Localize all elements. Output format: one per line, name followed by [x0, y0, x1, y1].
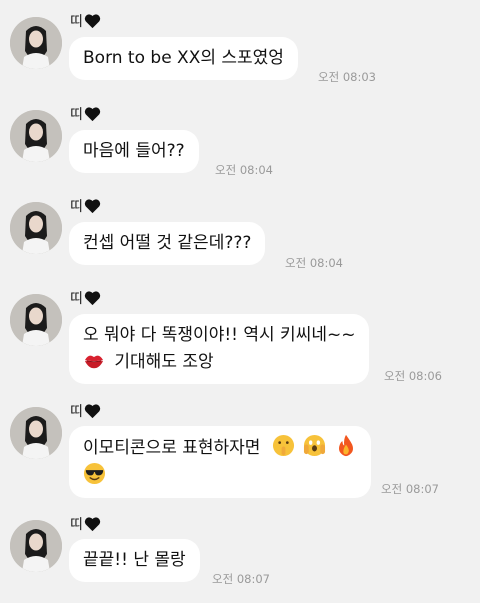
black-heart-icon — [84, 291, 101, 306]
black-heart-icon — [84, 14, 101, 29]
sunglasses-face-icon — [83, 462, 106, 485]
profile-photo — [10, 520, 62, 572]
kiss-mark-icon — [84, 355, 104, 369]
message-line — [83, 462, 357, 490]
avatar[interactable] — [10, 17, 62, 69]
message-time: 오전 08:07 — [381, 482, 439, 496]
sender-name-label: 띠 — [70, 107, 83, 123]
profile-photo — [10, 294, 62, 346]
black-heart-icon — [84, 517, 101, 532]
sender-name: 띠 — [70, 11, 101, 31]
sender-name: 띠 — [70, 514, 101, 534]
sender-name-label: 띠 — [70, 14, 83, 30]
avatar[interactable] — [10, 294, 62, 346]
message-time: 오전 08:07 — [212, 572, 270, 586]
fire-icon — [338, 434, 353, 457]
sender-name-label: 띠 — [70, 404, 83, 420]
message-bubble[interactable]: 마음에 들어?? — [69, 130, 199, 173]
message-bubble[interactable]: 오 뭐야 다 똑쟁이야!! 역시 키씨네~~ 기대해도 조앙 — [69, 314, 370, 384]
message-text: 이모티콘으로 표현하자면 — [83, 438, 261, 458]
message-time: 오전 08:04 — [285, 256, 343, 270]
message-text: 마음에 들어?? — [83, 141, 185, 161]
message-bubble[interactable]: Born to be XX의 스포였엉 — [69, 37, 298, 80]
message-text: Born to be XX의 스포였엉 — [83, 48, 284, 68]
black-heart-icon — [84, 404, 101, 419]
message-time: 오전 08:03 — [318, 70, 376, 84]
message-time: 오전 08:04 — [215, 163, 273, 177]
sender-name-label: 띠 — [70, 517, 83, 533]
message-bubble[interactable]: 끝끝!! 난 몰랑 — [69, 539, 200, 582]
sender-name-label: 띠 — [70, 291, 83, 307]
message-line: 기대해도 조앙 — [83, 349, 355, 376]
message-text: 기대해도 조앙 — [114, 352, 214, 372]
message-bubble[interactable]: 컨셉 어떨 것 같은데??? — [69, 222, 266, 265]
message-time: 오전 08:06 — [384, 369, 442, 383]
message-line: 이모티콘으로 표현하자면 — [83, 434, 357, 462]
avatar[interactable] — [10, 202, 62, 254]
message-text: 끝끝!! 난 몰랑 — [83, 550, 186, 570]
message-text: 오 뭐야 다 똑쟁이야!! 역시 키씨네~~ — [83, 325, 356, 345]
sender-name: 띠 — [70, 104, 101, 124]
message-bubble[interactable]: 이모티콘으로 표현하자면 — [69, 426, 371, 498]
black-heart-icon — [84, 107, 101, 122]
sender-name: 띠 — [70, 196, 101, 216]
screaming-face-icon — [304, 434, 326, 457]
profile-photo — [10, 202, 62, 254]
profile-photo — [10, 407, 62, 459]
avatar[interactable] — [10, 110, 62, 162]
black-heart-icon — [84, 199, 101, 214]
shushing-face-icon — [272, 434, 294, 457]
sender-name: 띠 — [70, 288, 101, 308]
avatar[interactable] — [10, 407, 62, 459]
message-text: 컨셉 어떨 것 같은데??? — [83, 233, 252, 253]
profile-photo — [10, 17, 62, 69]
sender-name-label: 띠 — [70, 199, 83, 215]
sender-name: 띠 — [70, 401, 101, 421]
profile-photo — [10, 110, 62, 162]
avatar[interactable] — [10, 520, 62, 572]
